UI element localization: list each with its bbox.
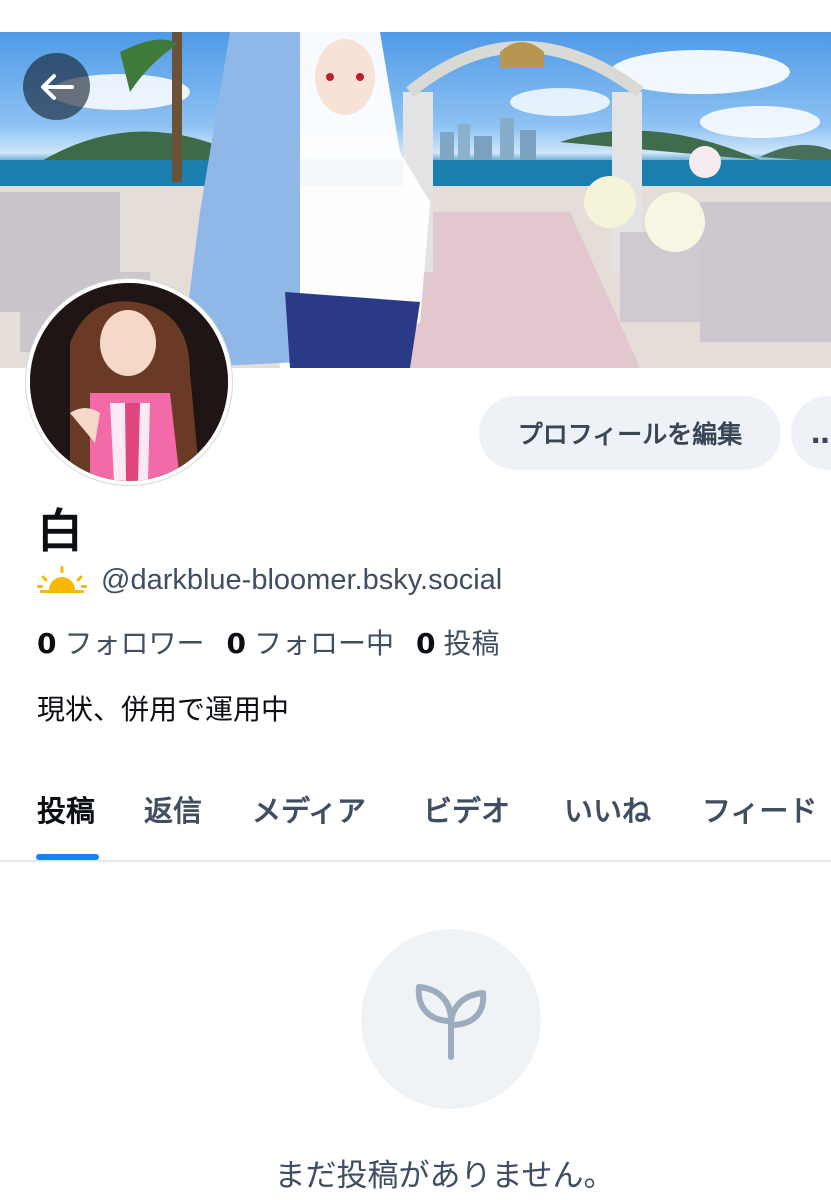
display-name: 白 bbox=[37, 504, 83, 558]
seedling-icon bbox=[415, 984, 487, 1060]
tab-videos[interactable]: ビデオ bbox=[423, 788, 510, 830]
followers-label[interactable]: フォロワー bbox=[64, 622, 204, 662]
arrow-left-icon bbox=[40, 73, 74, 100]
bio: 現状、併用で運用中 bbox=[37, 693, 290, 726]
profile-stats: 0 フォロワー 0 フォロー中 0 投稿 bbox=[37, 622, 522, 662]
tab-likes[interactable]: いいね bbox=[564, 788, 651, 830]
more-options-button[interactable]: … bbox=[791, 396, 831, 470]
empty-state-icon-circle bbox=[361, 929, 541, 1109]
avatar-image bbox=[30, 283, 228, 481]
edit-profile-button[interactable]: プロフィールを編集 bbox=[479, 396, 781, 470]
profile-tabs: 投稿 返信 メディア ビデオ いいね フィード bbox=[0, 760, 831, 862]
following-label[interactable]: フォロー中 bbox=[254, 622, 394, 662]
tab-media[interactable]: メディア bbox=[252, 788, 366, 830]
following-count[interactable]: 0 bbox=[227, 627, 246, 660]
sunrise-icon bbox=[37, 566, 87, 593]
profile-screen: プロフィールを編集 … 白 @darkblue-bloomer.bsky.soc… bbox=[0, 0, 831, 1200]
avatar[interactable] bbox=[26, 279, 232, 485]
tab-replies[interactable]: 返信 bbox=[144, 788, 202, 830]
tab-feeds[interactable]: フィード bbox=[702, 788, 817, 830]
back-button[interactable] bbox=[23, 53, 90, 120]
active-tab-indicator bbox=[36, 854, 99, 860]
handle[interactable]: @darkblue-bloomer.bsky.social bbox=[101, 564, 502, 597]
handle-row: @darkblue-bloomer.bsky.social bbox=[37, 560, 502, 600]
followers-count[interactable]: 0 bbox=[37, 627, 56, 660]
posts-label: 投稿 bbox=[443, 627, 500, 660]
empty-state-message: まだ投稿がありません。 bbox=[274, 1158, 615, 1194]
more-icon: … bbox=[811, 417, 831, 450]
tab-posts[interactable]: 投稿 bbox=[37, 788, 95, 830]
posts-count: 0 bbox=[416, 627, 436, 660]
